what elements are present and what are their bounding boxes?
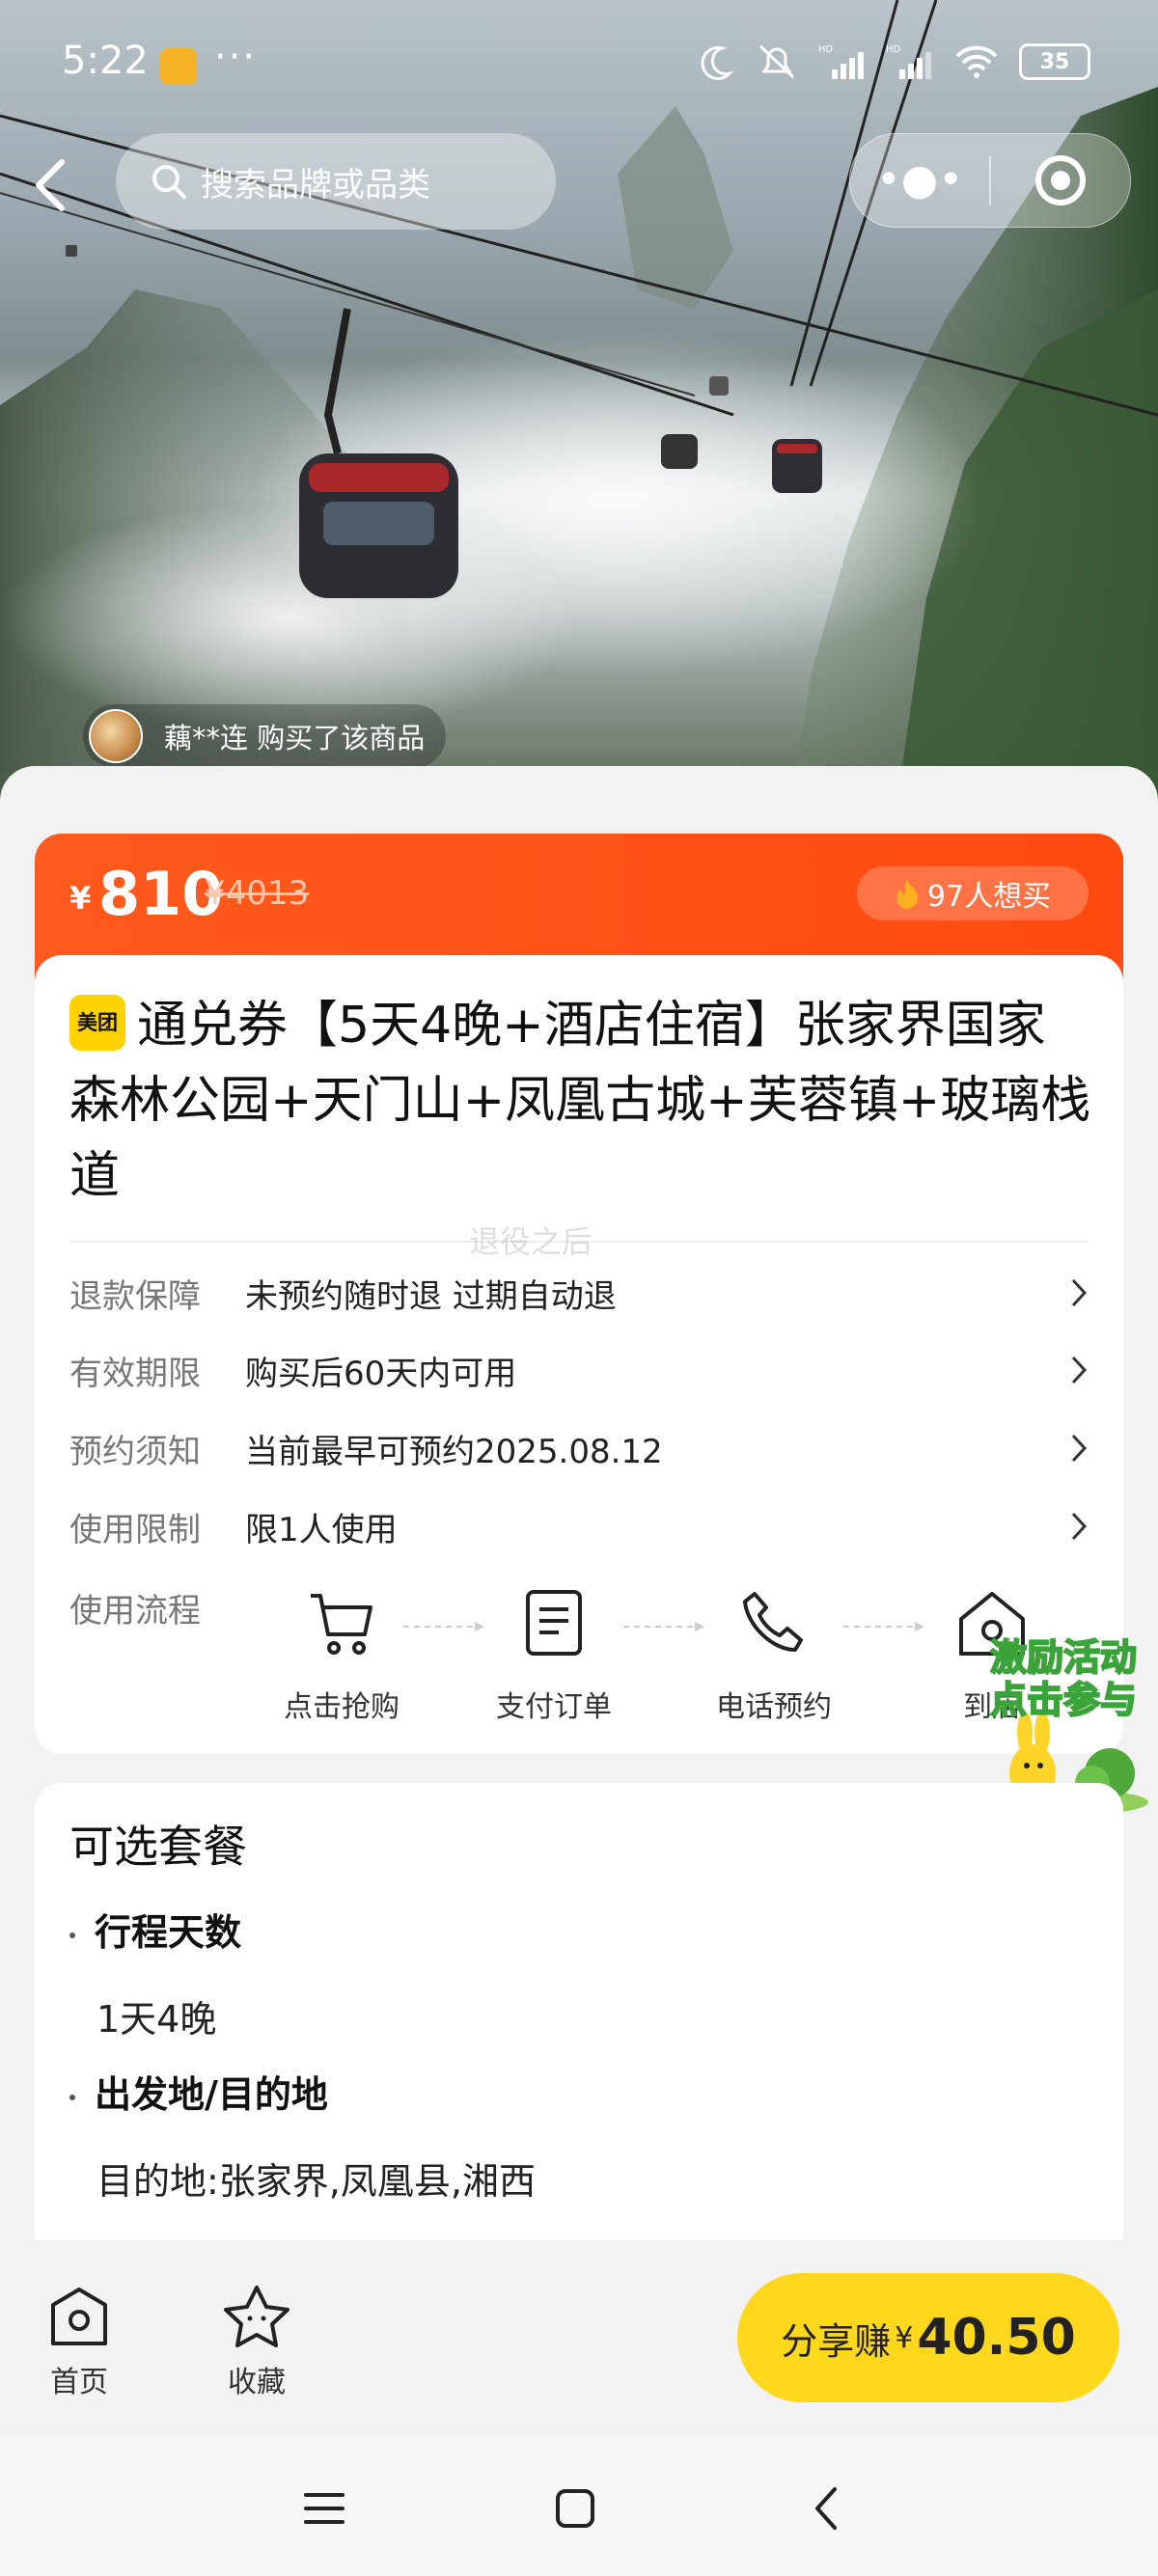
detail-label: 预约须知	[69, 1432, 201, 1471]
hero-image[interactable]: 5:22 ··· HD HD 35 搜索品牌或品类 •●• 藕**连 购买了该商…	[0, 0, 1158, 801]
flow-step-pay: 支付订单	[477, 1582, 631, 1725]
mini-program-capsule: •●•	[849, 133, 1131, 228]
square-icon	[556, 2489, 594, 2528]
flow-step-label: 支付订单	[496, 1690, 612, 1724]
flow-arrow	[403, 1622, 484, 1631]
package-title: 可选套餐	[69, 1821, 247, 1873]
chevron-right-icon	[1065, 1277, 1092, 1308]
bullet	[69, 1932, 75, 1938]
tab-favorite[interactable]: 收藏	[199, 2283, 315, 2400]
detail-row-limit[interactable]: 使用限制 限1人使用	[69, 1497, 1092, 1555]
mute-bell-icon	[758, 44, 795, 79]
back-button[interactable]	[31, 156, 79, 214]
svg-text:HD: HD	[886, 44, 901, 55]
buyer-note-text: 藕**连 购买了该商品	[164, 722, 426, 754]
detail-row-validity[interactable]: 有效期限 购买后60天内可用	[69, 1341, 1092, 1399]
share-currency: ¥	[895, 2320, 914, 2355]
search-box[interactable]: 搜索品牌或品类	[116, 133, 556, 230]
usage-flow-label: 使用流程	[69, 1592, 201, 1631]
home-system-button[interactable]	[537, 2470, 614, 2547]
detail-row-booking[interactable]: 预约须知 当前最早可预约2025.08.12	[69, 1419, 1092, 1477]
signal-hd-2-icon: HD	[886, 44, 931, 79]
want-count-text: 97人想买	[926, 880, 1052, 914]
flow-step-phone: 电话预约	[697, 1582, 851, 1725]
phone-icon	[697, 1582, 851, 1663]
promo-line-1: 激励活动	[989, 1635, 1138, 1680]
tab-favorite-label: 收藏	[228, 2366, 286, 2399]
back-arrow-icon	[36, 159, 65, 211]
section-heading-text: 行程天数	[95, 1911, 242, 1954]
product-title-text: 通兑券【5天4晚+酒店住宿】张家界国家森林公园+天门山+凤凰古城+芙蓉镇+玻璃栈…	[69, 997, 1091, 1205]
wifi-icon	[955, 45, 998, 78]
search-placeholder: 搜索品牌或品类	[201, 165, 430, 205]
detail-label: 有效期限	[69, 1354, 201, 1393]
bullet	[69, 2094, 75, 2100]
notification-app-icon	[160, 48, 197, 85]
tab-home[interactable]: 首页	[21, 2283, 137, 2400]
status-more-dots: ···	[214, 35, 258, 79]
status-time: 5:22	[62, 39, 149, 83]
flame-icon	[896, 880, 918, 909]
package-section-value: 1天4晚	[96, 1998, 217, 2041]
battery-indicator: 35	[1019, 43, 1090, 80]
chevron-right-icon	[1065, 1511, 1092, 1542]
status-icons: HD HD 35	[697, 42, 1090, 81]
recent-apps-button[interactable]	[286, 2470, 363, 2547]
target-circle-icon	[1035, 155, 1086, 206]
document-icon	[477, 1582, 631, 1663]
home-icon	[21, 2283, 137, 2352]
product-title: 美团 通兑券【5天4晚+酒店住宿】张家界国家森林公园+天门山+凤凰古城+芙蓉镇+玻…	[69, 988, 1092, 1214]
detail-value: 限1人使用	[245, 1510, 398, 1549]
detail-value: 当前最早可预约2025.08.12	[245, 1432, 663, 1471]
star-icon	[199, 2283, 315, 2352]
share-amount: 40.50	[917, 2309, 1076, 2367]
detail-label: 退款保障	[69, 1276, 201, 1316]
more-options-button[interactable]: •●•	[850, 159, 989, 202]
detail-label: 使用限制	[69, 1510, 201, 1549]
package-section-value: 目的地:张家界,凤凰县,湘西	[96, 2160, 536, 2203]
signal-hd-1-icon: HD	[818, 44, 864, 79]
detail-row-refund[interactable]: 退款保障 未预约随时退 过期自动退	[69, 1264, 1092, 1322]
detail-value: 未预约随时退 过期自动退	[245, 1276, 617, 1316]
package-section-heading: 行程天数	[69, 1903, 241, 1956]
svg-text:HD: HD	[818, 44, 834, 55]
status-bar: 5:22 ··· HD HD 35	[0, 0, 1158, 130]
original-price: ¥4013	[205, 874, 310, 913]
search-icon	[151, 163, 187, 200]
close-mini-program-button[interactable]	[991, 153, 1130, 207]
back-chevron-icon	[815, 2487, 837, 2530]
tab-home-label: 首页	[50, 2366, 108, 2399]
menu-lines-icon	[304, 2493, 345, 2524]
share-earn-button[interactable]: 分享赚 ¥ 40.50	[737, 2273, 1119, 2402]
do-not-disturb-moon-icon	[701, 46, 734, 80]
package-section-heading: 出发地/目的地	[69, 2065, 328, 2118]
want-count-badge: 97人想买	[857, 866, 1089, 920]
cart-icon	[264, 1582, 419, 1663]
promo-line-2: 点击参与	[989, 1678, 1138, 1722]
chevron-right-icon	[1065, 1355, 1092, 1385]
flow-step-label: 电话预约	[716, 1690, 832, 1724]
chevron-right-icon	[1065, 1433, 1092, 1464]
watermark-text: 退役之后	[469, 1223, 593, 1260]
detail-value: 购买后60天内可用	[245, 1354, 517, 1393]
flow-step-purchase: 点击抢购	[264, 1582, 419, 1725]
flow-arrow	[623, 1622, 704, 1631]
share-label: 分享赚	[781, 2319, 892, 2363]
price-currency: ¥	[69, 880, 92, 917]
recent-buyer-notice: 藕**连 购买了该商品	[83, 704, 447, 768]
meituan-brand-badge: 美团	[69, 995, 125, 1051]
section-heading-text: 出发地/目的地	[95, 2073, 328, 2116]
flow-step-label: 点击抢购	[284, 1690, 400, 1724]
back-system-button[interactable]	[787, 2470, 865, 2547]
buyer-avatar	[89, 709, 143, 763]
